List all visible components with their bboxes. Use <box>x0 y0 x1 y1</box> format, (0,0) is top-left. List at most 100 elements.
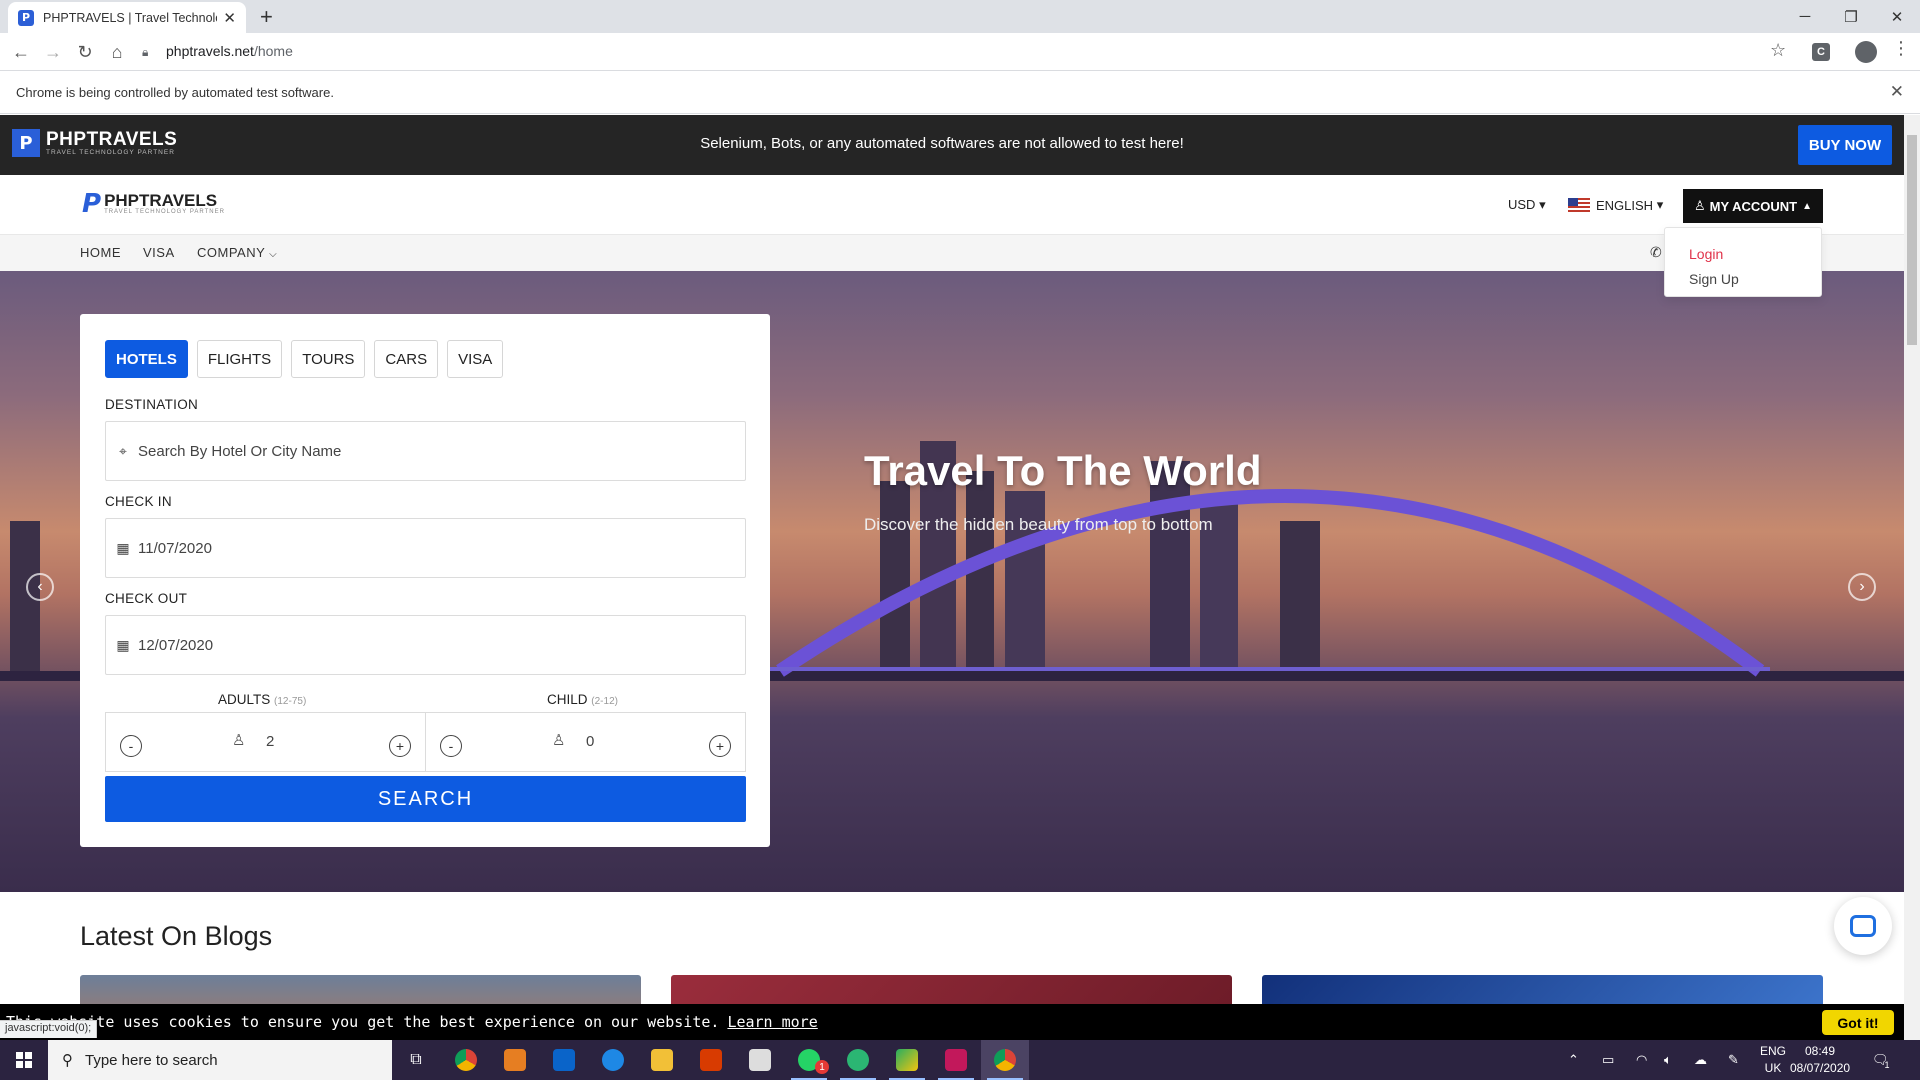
cookie-message: This website uses cookies to ensure you … <box>6 1013 720 1031</box>
pen-icon[interactable]: ✎ <box>1728 1040 1739 1080</box>
scrollbar-thumb[interactable] <box>1907 135 1917 345</box>
close-window-icon[interactable]: ✕ <box>1874 0 1920 33</box>
main-nav: HOME VISA COMPANY ⌵ ✆ <box>0 235 1904 271</box>
globe-app-taskbar-icon[interactable] <box>834 1040 882 1080</box>
outlook-taskbar-icon[interactable] <box>540 1040 588 1080</box>
calculator-taskbar-icon[interactable] <box>736 1040 784 1080</box>
tab-close-icon[interactable]: ✕ <box>223 9 236 27</box>
forward-icon[interactable]: → <box>40 39 66 65</box>
child-label: CHILD (2-12) <box>547 692 618 707</box>
adults-value[interactable]: 2 <box>266 733 274 750</box>
wifi-icon[interactable]: ◠ <box>1636 1040 1647 1080</box>
site-favicon-icon: P <box>18 9 34 26</box>
language-indicator[interactable]: ENG UK <box>1756 1043 1790 1077</box>
edge-taskbar-icon[interactable] <box>589 1040 637 1080</box>
notification-center-icon[interactable]: 🗨︎ 1 <box>1872 1040 1890 1080</box>
volume-icon[interactable]: 🔈︎ <box>1664 1040 1672 1080</box>
language-selector[interactable]: ENGLISH ▾ <box>1568 197 1663 213</box>
page-scrollbar[interactable] <box>1904 115 1920 1040</box>
infobar-close-icon[interactable]: ✕ <box>1890 82 1904 102</box>
chrome-taskbar-icon[interactable] <box>442 1040 490 1080</box>
restore-icon[interactable]: ❐ <box>1828 0 1874 33</box>
extension-icon[interactable]: C <box>1812 43 1830 61</box>
bookmark-star-icon[interactable]: ☆ <box>1770 40 1786 61</box>
carousel-next-icon[interactable]: › <box>1848 573 1876 601</box>
url-host: phptravels.net <box>166 43 254 59</box>
checkin-input[interactable]: ▦ 11/07/2020 <box>105 518 746 578</box>
profile-avatar-icon[interactable] <box>1855 41 1877 63</box>
file-explorer-icon[interactable] <box>638 1040 686 1080</box>
app-taskbar-icon[interactable] <box>491 1040 539 1080</box>
chat-widget-button[interactable] <box>1834 897 1892 955</box>
account-dropdown: Login Sign Up <box>1664 227 1822 297</box>
minimize-icon[interactable]: ─ <box>1782 0 1828 33</box>
nav-home[interactable]: HOME <box>80 245 121 260</box>
top-announcement-bar: P PHPTRAVELS TRAVEL TECHNOLOGY PARTNER S… <box>0 115 1904 175</box>
carousel-prev-icon[interactable]: ‹ <box>26 573 54 601</box>
chrome-active-taskbar-icon[interactable] <box>981 1040 1029 1080</box>
intellij-taskbar-icon[interactable] <box>932 1040 980 1080</box>
person-icon: ♙ <box>232 732 246 749</box>
office-taskbar-icon[interactable] <box>687 1040 735 1080</box>
kotlin-taskbar-icon[interactable] <box>883 1040 931 1080</box>
battery-icon[interactable]: ▭ <box>1602 1040 1614 1080</box>
home-icon[interactable]: ⌂ <box>104 39 130 65</box>
adults-label-text: ADULTS <box>218 692 271 707</box>
whatsapp-badge: 1 <box>815 1060 829 1074</box>
tab-flights[interactable]: FLIGHTS <box>196 340 283 378</box>
checkout-value: 12/07/2020 <box>138 636 214 654</box>
hero-subtitle: Discover the hidden beauty from top to b… <box>864 515 1213 534</box>
learn-more-link[interactable]: Learn more <box>727 1013 817 1031</box>
browser-tab[interactable]: P PHPTRAVELS | Travel Technology ✕ <box>8 2 246 33</box>
system-clock[interactable]: 08:49 08/07/2020 <box>1790 1043 1850 1077</box>
tray-chevron-icon[interactable]: ⌃ <box>1568 1040 1579 1080</box>
adults-decrement-button[interactable]: - <box>120 735 142 757</box>
hero-title: Travel To The World <box>864 447 1262 494</box>
tab-visa[interactable]: VISA <box>447 340 504 378</box>
browser-tab-strip: P PHPTRAVELS | Travel Technology ✕ + ─ ❐… <box>0 0 1920 33</box>
nav-company[interactable]: COMPANY ⌵ <box>197 245 277 260</box>
signup-link[interactable]: Sign Up <box>1689 271 1739 287</box>
back-icon[interactable]: ← <box>8 39 34 65</box>
tab-hotels[interactable]: HOTELS <box>105 340 188 378</box>
new-tab-icon[interactable]: + <box>260 4 273 30</box>
address-bar[interactable]: 🔒︎ phptravels.net/home <box>142 36 1782 66</box>
tab-tours[interactable]: TOURS <box>291 340 366 378</box>
clock-date: 08/07/2020 <box>1790 1061 1851 1075</box>
onedrive-icon[interactable]: ☁ <box>1694 1040 1707 1080</box>
chevron-down-icon: ⌵ <box>269 249 278 260</box>
child-value[interactable]: 0 <box>586 733 594 750</box>
destination-input[interactable]: ⌖ Search By Hotel Or City Name <box>105 421 746 481</box>
child-stepper: - ♙ 0 + <box>425 712 746 772</box>
lang-top: ENG <box>1759 1044 1786 1058</box>
checkin-value: 11/07/2020 <box>138 539 212 557</box>
chrome-menu-icon[interactable]: ⋮ <box>1892 38 1910 59</box>
reload-icon[interactable]: ↻ <box>72 39 98 65</box>
task-view-icon[interactable]: ⧉ <box>392 1040 440 1080</box>
child-increment-button[interactable]: + <box>709 735 731 757</box>
tab-cars[interactable]: CARS <box>374 340 439 378</box>
search-button[interactable]: SEARCH <box>105 776 746 822</box>
cookie-accept-button[interactable]: Got it! <box>1822 1010 1894 1035</box>
checkout-label: CHECK OUT <box>105 591 188 606</box>
child-decrement-button[interactable]: - <box>440 735 462 757</box>
checkout-input[interactable]: ▦ 12/07/2020 <box>105 615 746 675</box>
login-link[interactable]: Login <box>1689 246 1723 262</box>
notification-count: 1 <box>1884 1060 1890 1070</box>
whatsapp-taskbar-icon[interactable]: 1 <box>785 1040 833 1080</box>
start-button[interactable] <box>0 1040 48 1080</box>
web-page: P PHPTRAVELS TRAVEL TECHNOLOGY PARTNER S… <box>0 115 1904 1040</box>
buy-now-button[interactable]: BUY NOW <box>1798 125 1892 165</box>
my-account-button[interactable]: ♙ MY ACCOUNT ▲ <box>1683 189 1823 223</box>
logo-mark-icon: P <box>82 189 102 219</box>
link-status-bubble: javascript:void(0); <box>0 1020 98 1038</box>
nav-visa[interactable]: VISA <box>143 245 175 260</box>
adults-increment-button[interactable]: + <box>389 735 411 757</box>
child-label-text: CHILD <box>547 692 588 707</box>
chat-bubble-icon <box>1850 915 1876 937</box>
taskbar-search-box[interactable]: ⚲ Type here to search <box>48 1040 392 1080</box>
calendar-icon: ▦ <box>116 539 130 556</box>
site-logo[interactable]: P PHPTRAVELS TRAVEL TECHNOLOGY PARTNER <box>82 189 225 219</box>
map-pin-icon: ⌖ <box>119 442 127 459</box>
currency-selector[interactable]: USD ▾ <box>1508 197 1546 213</box>
